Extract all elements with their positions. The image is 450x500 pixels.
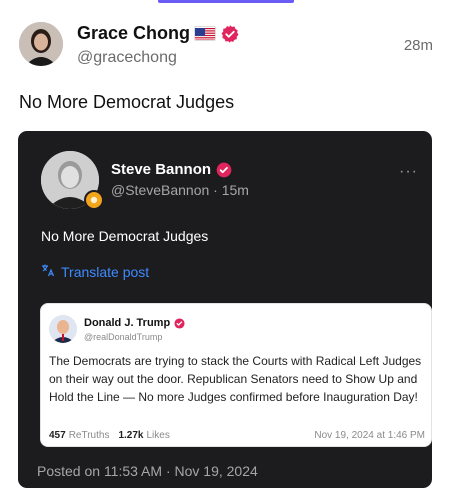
embed-author-name-row[interactable]: Steve Bannon (111, 161, 232, 178)
embed-post-text: No More Democrat Judges (41, 228, 209, 244)
author-handle[interactable]: @gracechong (77, 49, 177, 67)
post-text: No More Democrat Judges (19, 92, 235, 112)
quote-date: Nov 19, 2024 at 1:46 PM (314, 430, 425, 441)
post-timestamp: 28m (403, 37, 433, 54)
author-avatar[interactable] (19, 22, 63, 66)
quote-body-text: The Democrats are trying to stack the Co… (49, 354, 422, 404)
translate-post-link[interactable]: Translate post (41, 263, 149, 280)
quote-footer: 457 ReTruths 1.27k Likes Nov 19, 2024 at… (49, 430, 425, 441)
author-name[interactable]: Grace Chong (77, 23, 190, 44)
quote-author-avatar[interactable] (49, 315, 77, 343)
quoted-post-card[interactable]: Donald J. Trump @realDonaldTrump The Dem… (40, 303, 432, 447)
author-name-row[interactable]: Grace Chong (77, 23, 240, 44)
quote-author-handle: @realDonaldTrump (84, 332, 163, 342)
us-flag-icon (194, 26, 217, 41)
more-dots-icon[interactable]: ··· (399, 163, 418, 181)
likes-label: Likes (146, 430, 170, 441)
embed-author-handle-time: @SteveBannon · 15m (111, 182, 249, 198)
likes-count: 1.27k (118, 430, 144, 441)
verified-badge-icon (220, 24, 240, 44)
retruths-label: ReTruths (68, 430, 110, 441)
embed-author-name[interactable]: Steve Bannon (111, 161, 211, 178)
translate-label[interactable]: Translate post (61, 264, 149, 280)
quote-author-name-row[interactable]: Donald J. Trump (84, 317, 185, 329)
posted-on-timestamp: Posted on 11:53 AM · Nov 19, 2024 (37, 463, 258, 479)
post-header: Grace Chong @gracechong 28m (19, 22, 433, 72)
quote-author-name[interactable]: Donald J. Trump (84, 317, 170, 329)
retruths-count: 457 (49, 430, 66, 441)
verified-badge-icon (174, 317, 185, 329)
verified-badge-icon (216, 162, 232, 178)
active-tab-indicator (158, 0, 294, 3)
embedded-post-card[interactable]: Steve Bannon @SteveBannon · 15m ··· No M… (18, 131, 432, 488)
award-badge-icon (84, 190, 104, 210)
translate-icon (41, 263, 55, 280)
